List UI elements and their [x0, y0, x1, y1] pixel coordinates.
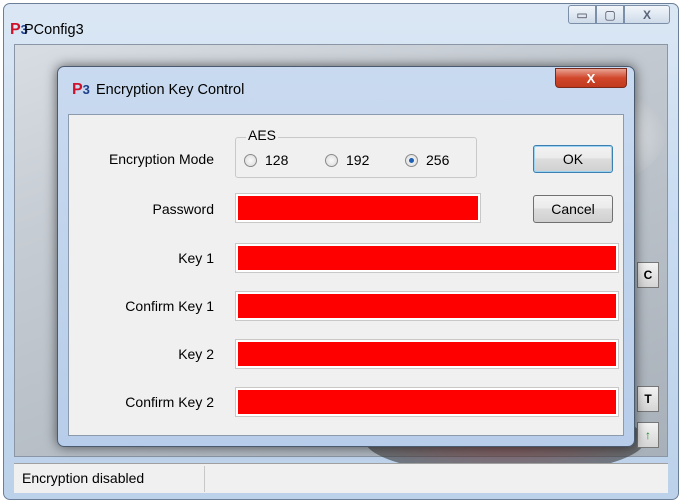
- aes-group-title: AES: [246, 127, 279, 143]
- dialog-logo-icon: P3: [72, 81, 90, 98]
- radio-192[interactable]: 192: [325, 152, 369, 168]
- key2-label: Key 2: [178, 346, 214, 362]
- status-text: Encryption disabled: [22, 470, 145, 486]
- radio-256-label: 256: [426, 152, 450, 168]
- minimize-button[interactable]: ▭: [568, 5, 596, 24]
- encryption-key-dialog: P3 Encryption Key Control X Encryption M…: [57, 66, 635, 447]
- radio-256-indicator: [405, 153, 418, 167]
- radio-128-indicator: [244, 153, 257, 167]
- maximize-button[interactable]: ▢: [596, 5, 624, 24]
- status-divider: [204, 466, 205, 492]
- dialog-client-area: Encryption Mode AES 128 192 256 OK Cance…: [68, 114, 624, 436]
- window-controls: ▭ ▢ X: [568, 5, 670, 24]
- confirm-key2-field[interactable]: [235, 387, 619, 417]
- status-bar: Encryption disabled: [14, 463, 668, 493]
- side-button-t[interactable]: T: [637, 386, 659, 412]
- dialog-close-button[interactable]: X: [555, 68, 627, 88]
- password-field[interactable]: [235, 193, 481, 223]
- cancel-button[interactable]: Cancel: [533, 195, 613, 223]
- confirm-key1-label: Confirm Key 1: [125, 298, 214, 314]
- radio-256[interactable]: 256: [405, 152, 449, 168]
- confirm-key2-label: Confirm Key 2: [125, 394, 214, 410]
- side-button-arrow[interactable]: ↑: [637, 422, 659, 448]
- key1-label: Key 1: [178, 250, 214, 266]
- close-button[interactable]: X: [624, 5, 670, 24]
- side-button-c[interactable]: C: [637, 262, 659, 288]
- dialog-title: Encryption Key Control: [96, 82, 245, 98]
- window-title: PConfig3: [24, 22, 84, 38]
- password-label: Password: [152, 201, 214, 217]
- key1-field[interactable]: [235, 243, 619, 273]
- key2-field[interactable]: [235, 339, 619, 369]
- confirm-key1-field[interactable]: [235, 291, 619, 321]
- aes-group: AES 128 192 256: [235, 127, 477, 178]
- ok-button[interactable]: OK: [533, 145, 613, 173]
- radio-192-label: 192: [346, 152, 370, 168]
- radio-128[interactable]: 128: [244, 152, 288, 168]
- encryption-mode-label: Encryption Mode: [108, 151, 214, 167]
- radio-192-indicator: [325, 153, 338, 167]
- radio-128-label: 128: [265, 152, 289, 168]
